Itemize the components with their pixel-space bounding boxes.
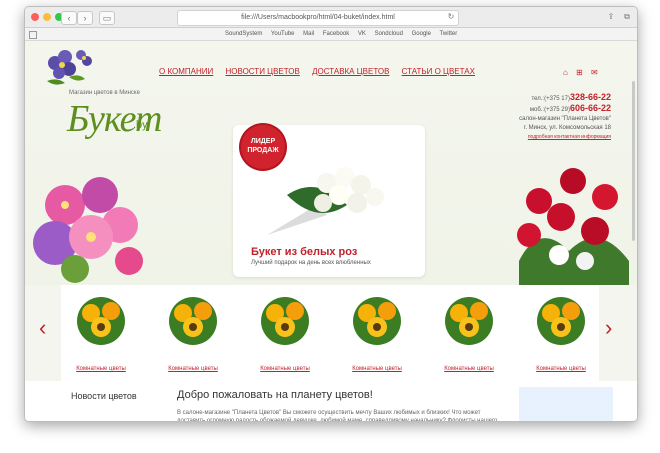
- sunflower-bouquet-image: [537, 297, 585, 345]
- sitemap-icon[interactable]: ⊞: [576, 68, 583, 77]
- contact-icon[interactable]: ✉: [591, 68, 598, 77]
- sunflower-bouquet-image: [261, 297, 309, 345]
- favorite-item[interactable]: Sondcloud: [375, 31, 403, 37]
- favorite-item[interactable]: VK: [358, 31, 366, 37]
- home-icon[interactable]: ⌂: [563, 68, 568, 77]
- carousel-prev-arrow-icon[interactable]: ‹: [39, 315, 46, 341]
- nav-articles[interactable]: СТАТЬИ О ЦВЕТАХ: [402, 67, 475, 76]
- favorite-item[interactable]: YouTube: [271, 31, 295, 37]
- violet-flower-icon: [47, 50, 92, 85]
- content-area: Новости цветов Добро пожаловать на плане…: [25, 381, 637, 421]
- favorite-item[interactable]: Google: [412, 31, 431, 37]
- sunflower-bouquet-image: [169, 297, 217, 345]
- reload-icon[interactable]: ↻: [445, 11, 457, 23]
- sunflower-bouquet-image: [353, 297, 401, 345]
- product-card[interactable]: Комнатные цветы: [61, 285, 141, 381]
- sidebar-icon[interactable]: ▭: [99, 11, 115, 25]
- favorite-item[interactable]: SoundSystem: [225, 31, 262, 37]
- product-card[interactable]: Комнатные цветы: [337, 285, 417, 381]
- logo-tagline: Магазин цветов в Минске: [69, 90, 140, 96]
- web-page: Магазин цветов в Минске Букет .by О КОМП…: [25, 41, 637, 421]
- sunflower-bouquet-image: [445, 297, 493, 345]
- share-icon[interactable]: ⇪: [605, 11, 617, 23]
- title-bar: ‹ › ▭ ◌ file:///Users/macbookpro/html/04…: [25, 7, 637, 28]
- promo-title[interactable]: Букет из белых роз: [251, 246, 357, 258]
- contact-block: тел.:(+375 17)328-66-22 моб.:(+375 29)60…: [519, 93, 611, 142]
- nav-news[interactable]: НОВОСТИ ЦВЕТОВ: [226, 67, 300, 76]
- minimize-window-button[interactable]: [43, 13, 51, 21]
- sunflower-bouquet-image: [77, 297, 125, 345]
- salon-address: г. Минск, ул. Комсомольская 18: [523, 125, 611, 131]
- header-icons: ⌂ ⊞ ✉: [563, 68, 604, 77]
- grid-icon[interactable]: [29, 31, 37, 39]
- carousel-next-arrow-icon[interactable]: ›: [605, 315, 612, 341]
- favorite-item[interactable]: Twitter: [440, 31, 458, 37]
- favorite-item[interactable]: Mail: [303, 31, 314, 37]
- favorites-bar: SoundSystem YouTube Mail Facebook VK Son…: [25, 28, 637, 41]
- close-window-button[interactable]: [31, 13, 39, 21]
- flower-thumbnail-image: [519, 387, 613, 421]
- nav-delivery[interactable]: ДОСТАВКА ЦВЕТОВ: [312, 67, 389, 76]
- mobile-line: моб.:(+375 29)606-66-22: [529, 103, 611, 114]
- promo-subtitle: Лучший подарок на день всех влюбленных: [251, 260, 371, 266]
- contact-info-link[interactable]: подробная контактная информация: [519, 133, 611, 142]
- tabs-icon[interactable]: ⧉: [621, 11, 633, 23]
- product-card[interactable]: Комнатные цветы: [429, 285, 509, 381]
- welcome-text: В салоне-магазине "Планета Цветов" Вы см…: [177, 410, 498, 421]
- bestseller-badge: ЛИДЕР ПРОДАЖ: [241, 125, 285, 169]
- product-card[interactable]: Комнатные цветы: [521, 285, 601, 381]
- carousel-track: Комнатные цветы Комнатные цветы Комнатны…: [61, 285, 599, 381]
- welcome-heading: Добро пожаловать на планету цветов!: [177, 389, 373, 401]
- pink-bouquet-image: [33, 177, 143, 283]
- favorite-item[interactable]: Facebook: [323, 31, 349, 37]
- nav-about[interactable]: О КОМПАНИИ: [159, 67, 213, 76]
- forward-icon[interactable]: ›: [77, 11, 93, 25]
- product-card[interactable]: Комнатные цветы: [245, 285, 325, 381]
- site-logo[interactable]: Магазин цветов в Минске Букет .by: [39, 47, 162, 140]
- logo-domain: .by: [133, 119, 148, 131]
- product-carousel: ‹ Комнатные цветы Комнатные цветы Комнат…: [25, 285, 637, 381]
- salon-name: салон-магазин "Планета Цветов": [519, 116, 611, 122]
- back-icon[interactable]: ‹: [61, 11, 77, 25]
- address-bar[interactable]: file:///Users/macbookpro/html/04-buket/i…: [177, 10, 459, 26]
- scrollbar[interactable]: [632, 81, 635, 241]
- white-roses-image: [267, 167, 384, 235]
- main-navigation: О КОМПАНИИ НОВОСТИ ЦВЕТОВ ДОСТАВКА ЦВЕТО…: [159, 67, 485, 76]
- product-card[interactable]: Комнатные цветы: [153, 285, 233, 381]
- red-roses-image: [517, 168, 629, 287]
- browser-window: ‹ › ▭ ◌ file:///Users/macbookpro/html/04…: [24, 6, 638, 422]
- news-heading: Новости цветов: [71, 391, 137, 401]
